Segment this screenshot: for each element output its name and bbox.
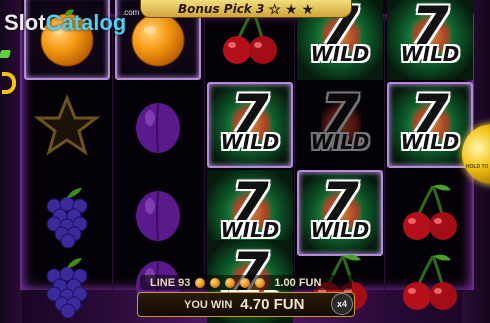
star-icon: ★ [301, 0, 314, 17]
reel-cell: 7WILD [387, 82, 473, 168]
star-symbol-icon [33, 93, 101, 156]
wild-word: WILD [310, 218, 370, 242]
watermark-logo: SlotCatalog [4, 10, 126, 36]
win-label: YOU WIN [184, 298, 233, 311]
wild-word: WILD [400, 130, 460, 154]
reel-column: 7WILD7WILD7WILD [204, 8, 294, 323]
reel-cell: 7WILD [297, 82, 383, 168]
wild-symbol-icon: 7WILD [301, 88, 379, 162]
cherry-symbol-icon [403, 184, 457, 240]
slot-game-screen: 7WILD7WILD7WILD7WILD7WILD7WILD7WILD7WILD… [0, 0, 490, 323]
reel-cell: 7WILD [387, 0, 473, 80]
coin-icon[interactable] [255, 277, 266, 288]
plum-symbol-icon [136, 103, 180, 153]
star-icon: ☆ [268, 0, 281, 17]
coin-icon[interactable] [225, 277, 236, 288]
wild-symbol-icon: 7WILD [301, 176, 379, 250]
grapes-symbol-icon [46, 258, 88, 318]
yellow-decor [2, 72, 16, 94]
reel-column [22, 0, 112, 318]
wild-word: WILD [220, 218, 280, 242]
wild-word: WILD [400, 42, 460, 66]
wild-word: WILD [310, 42, 370, 66]
reel-column: 7 WILD 7 WILD [384, 0, 474, 310]
coin-icon[interactable] [240, 277, 251, 288]
line-label: LINE 93 [150, 276, 191, 289]
wild-symbol-icon: 7WILD [211, 176, 289, 250]
line-amount: 1.00 FUN [274, 276, 322, 289]
coin-icon[interactable] [210, 277, 221, 288]
wild-symbol-icon: 7WILD [211, 88, 289, 162]
reel-cell [24, 240, 110, 323]
reel-column [112, 0, 202, 311]
wild-symbol-icon: 7WILD [391, 0, 469, 74]
plum-symbol-icon [136, 191, 180, 241]
green-decor [0, 50, 12, 58]
reel-cell: 7WILD [207, 82, 293, 168]
line-info-bar: LINE 93 1.00 FUN [140, 275, 352, 290]
multiplier-badge[interactable]: x4 [331, 293, 353, 315]
reel-cell [24, 82, 110, 168]
watermark-accent: Catalog [45, 10, 127, 35]
watermark-text: Slot [4, 10, 46, 35]
bonus-pick-banner: Bonus Pick 3 ☆ ★ ★ [140, 0, 352, 18]
bonus-label: Bonus Pick 3 [177, 1, 265, 16]
win-value: 4.70 FUN [240, 296, 305, 313]
reel-cell [115, 82, 201, 168]
star-icon: ★ [284, 0, 298, 17]
hold-button-label: HOLD TO [466, 164, 489, 170]
wild-symbol-icon: 7WILD [391, 88, 469, 162]
win-display: YOU WIN 4.70 FUN [137, 292, 355, 317]
grapes-symbol-icon [46, 188, 88, 248]
coin-icon[interactable] [195, 277, 206, 288]
cherry-symbol-icon [403, 254, 457, 310]
reel-column: 7WILD7WILD7WILD [294, 0, 384, 310]
wild-word: WILD [310, 130, 370, 154]
reel-area: 7WILD7WILD7WILD7WILD7WILD7WILD7WILD7WILD [20, 0, 474, 323]
wild-word: WILD [220, 130, 280, 154]
left-side-panel [0, 0, 22, 323]
coin-selector[interactable] [195, 277, 266, 288]
reel-cell [387, 240, 473, 323]
watermark-tld: .com [122, 8, 140, 17]
